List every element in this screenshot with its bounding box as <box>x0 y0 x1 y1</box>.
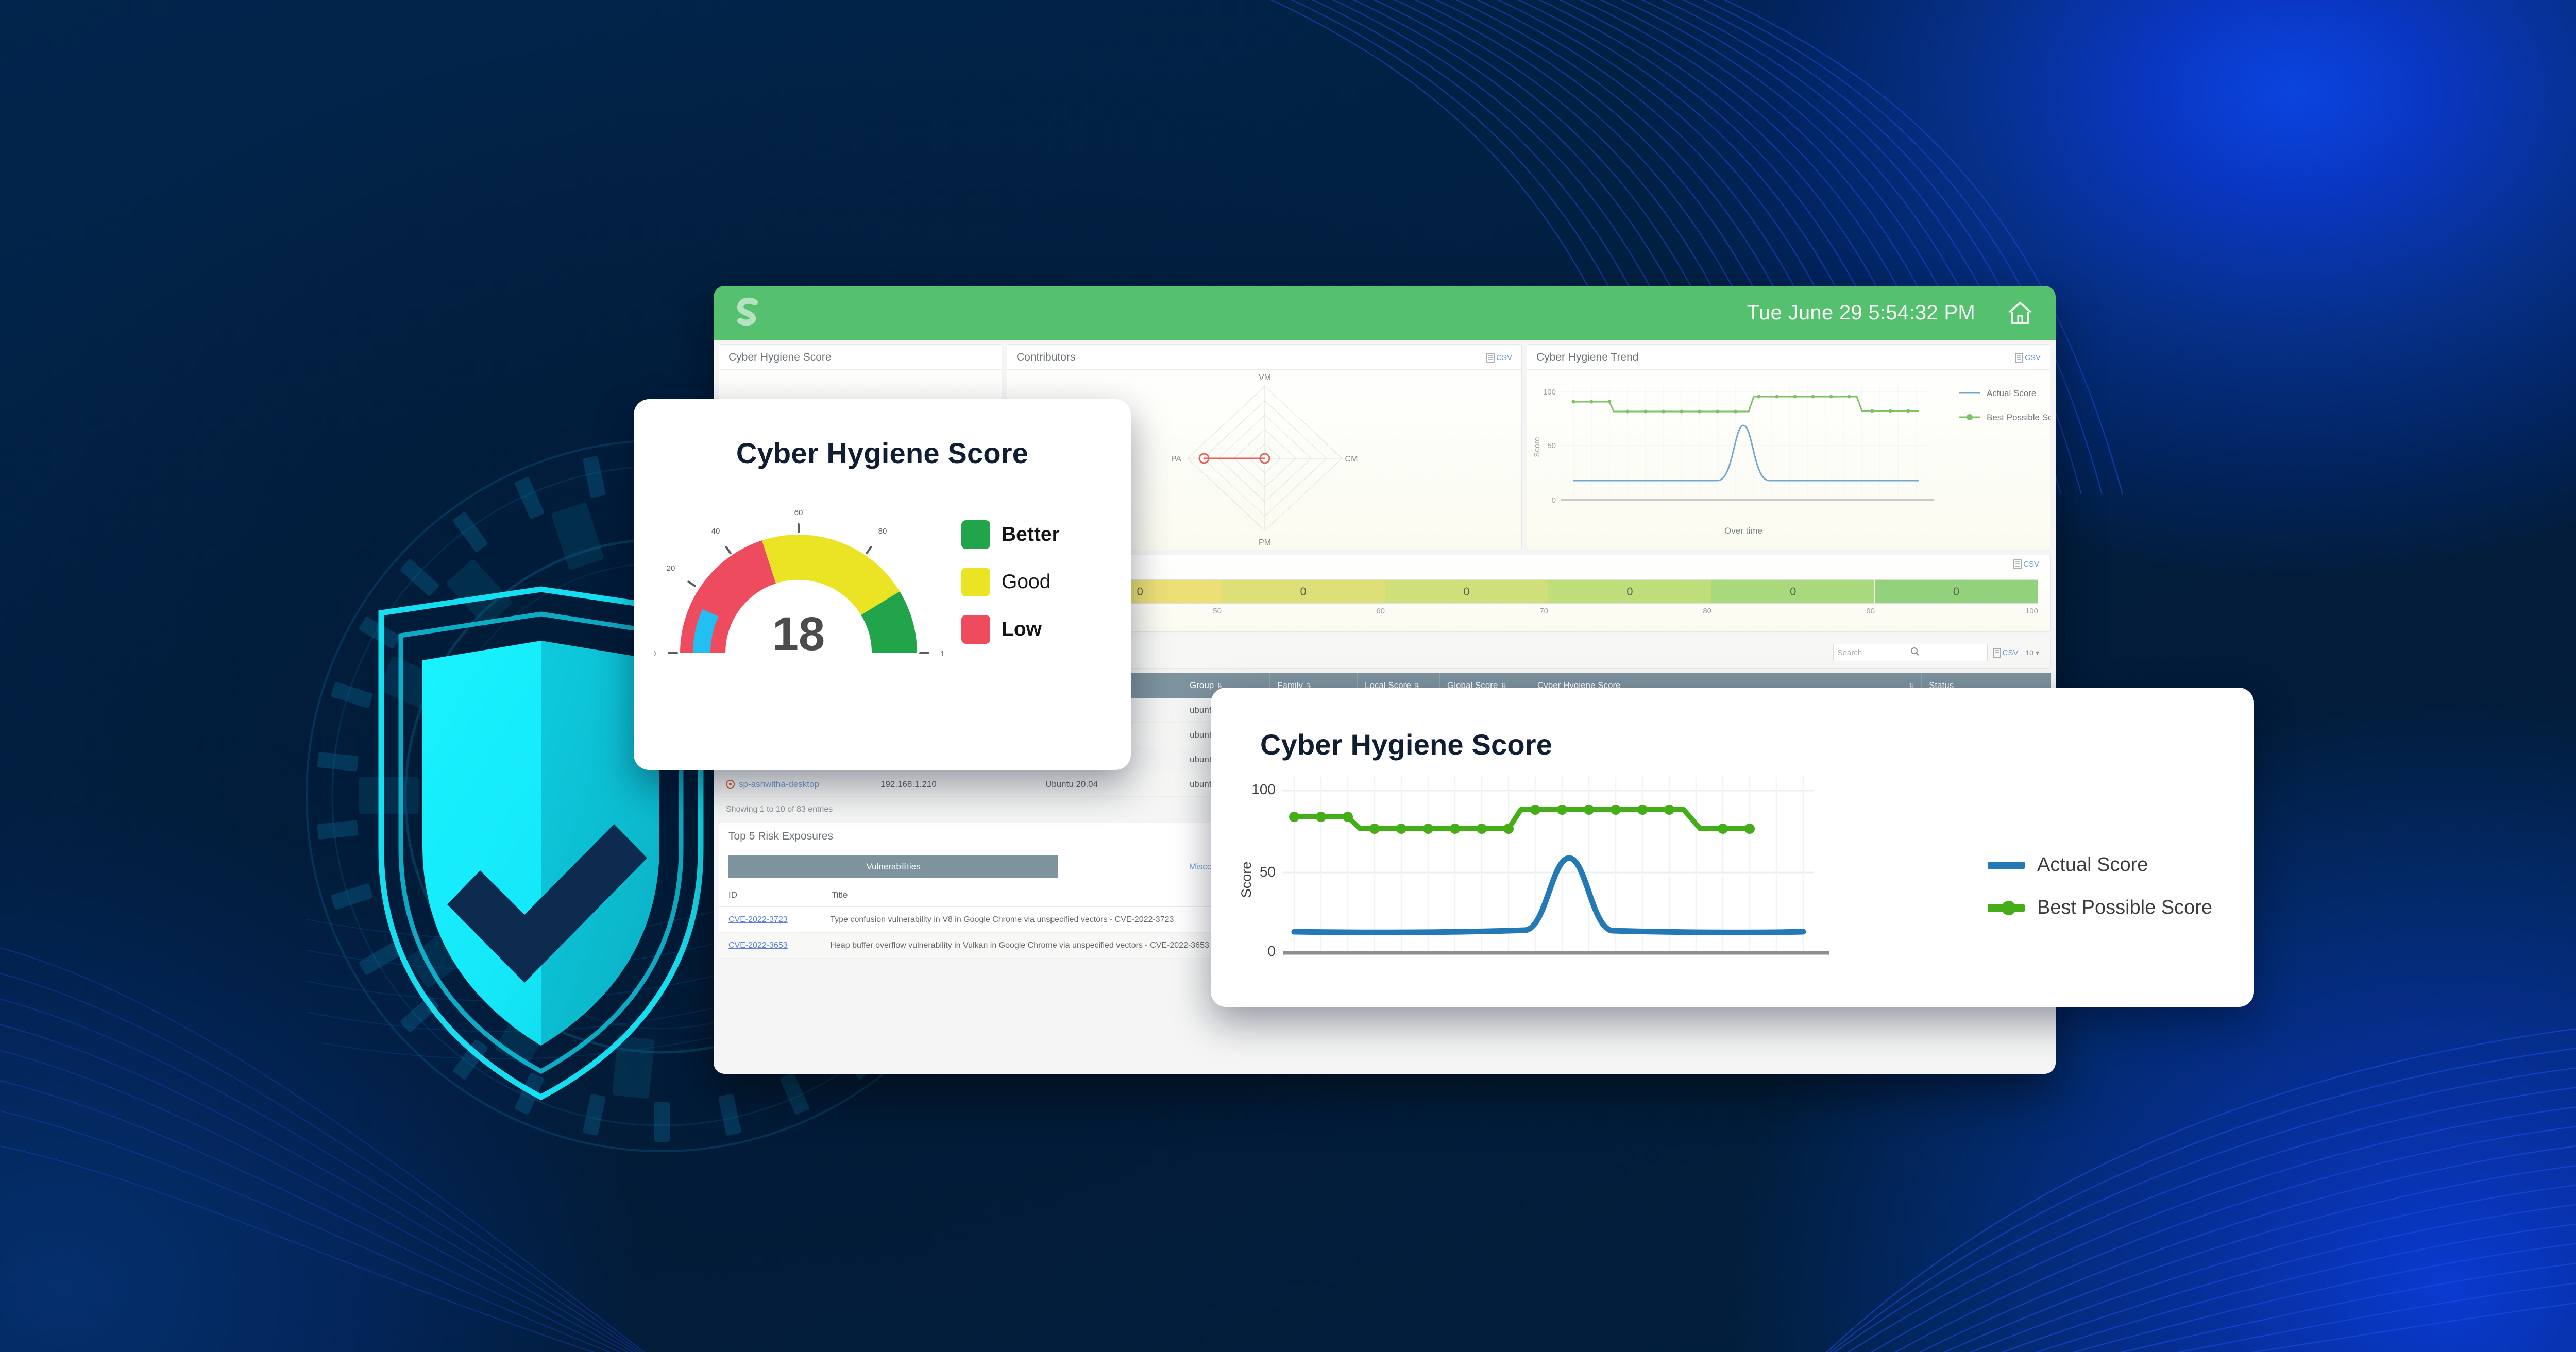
dashboard-clock: Tue June 29 5:54:32 PM <box>1747 301 1975 324</box>
tab-vulnerabilities[interactable]: Vulnerabilities <box>728 855 1058 878</box>
trend-ytick-50: 50 <box>1547 441 1556 450</box>
gauge-tick-80: 80 <box>878 527 887 536</box>
column-label: Group <box>1190 680 1214 690</box>
legend-label-good: Good <box>1002 571 1051 593</box>
csv-export-button[interactable]: CSV <box>2013 559 2039 569</box>
heat-cell: 0 <box>1222 580 1385 603</box>
gauge-tick-100: 100 <box>940 649 943 658</box>
csv-file-icon <box>1486 352 1495 363</box>
trend-large-ylabel: Score <box>1239 862 1254 898</box>
csv-file-icon <box>1992 647 2001 658</box>
heat-cell: 0 <box>1548 580 1712 603</box>
panel-title: Cyber Hygiene Trend <box>1536 351 1639 363</box>
trend-legend-actual: Actual Score <box>1987 388 2036 398</box>
csv-label: CSV <box>2023 560 2039 569</box>
page-length-value: 10 <box>2025 648 2034 657</box>
legend-swatch-better <box>961 520 990 549</box>
csv-label: CSV <box>2025 353 2041 362</box>
column-header-id[interactable]: ID <box>719 890 822 900</box>
gauge-tick-0: 0 <box>654 649 656 658</box>
trend-ytick-100: 100 <box>1543 388 1556 397</box>
legend-swatch-good <box>961 568 990 596</box>
svg-text:PA: PA <box>1171 455 1181 464</box>
csv-export-button[interactable]: CSV <box>1992 647 2019 658</box>
legend-item-actual-score: Actual Score <box>1988 854 2212 876</box>
svg-text:Over time: Over time <box>1724 526 1762 536</box>
legend-item-good: Good <box>961 568 1060 596</box>
heat-cell: 0 <box>1385 580 1549 603</box>
gauge-tick-20: 20 <box>667 564 675 573</box>
csv-file-icon <box>2013 559 2022 569</box>
svg-text:VM: VM <box>1259 373 1271 382</box>
trend-line-chart-large: 100 50 0 Score <box>1236 772 1978 978</box>
heat-cell: 0 <box>1711 580 1875 603</box>
legend-item-better: Better <box>961 520 1060 549</box>
panel-header: Contributors CSV <box>1007 345 1521 370</box>
svg-text:PM: PM <box>1259 538 1271 547</box>
cve-id-link[interactable]: CVE-2022-3723 <box>719 915 821 925</box>
legend-item-best-possible-score: Best Possible Score <box>1988 897 2212 919</box>
csv-label: CSV <box>1496 353 1512 362</box>
card-title: Cyber Hygiene Score <box>1260 728 1553 761</box>
home-icon[interactable] <box>2005 298 2035 328</box>
trend-legend-best: Best Possible Score <box>1987 413 2051 422</box>
panel-header: Cyber Hygiene Score <box>719 345 1002 370</box>
gauge-chart: 0 20 40 60 80 100 18 <box>652 483 954 699</box>
card-cyber-hygiene-trend: Cyber Hygiene Score 100 50 0 Score Actua… <box>1211 688 2254 1007</box>
gauge-tick-40: 40 <box>711 527 720 536</box>
trend-ytick-0: 0 <box>1552 496 1556 505</box>
legend-label-actual-score: Actual Score <box>2037 854 2148 876</box>
ip-cell: 192.168.1.210 <box>880 779 937 789</box>
trend-large-ytick-0: 0 <box>1267 943 1276 959</box>
axis-tick: 80 <box>1703 607 1711 615</box>
panel-cyber-hygiene-trend: Cyber Hygiene Trend CSV 100 50 0 Score O… <box>1527 344 2056 550</box>
axis-tick: 60 <box>1376 607 1385 615</box>
card-title: Cyber Hygiene Score <box>736 437 1029 469</box>
gauge-value: 18 <box>772 608 825 660</box>
legend-swatch-actual-score <box>1988 861 2025 869</box>
panel-header: Cyber Hygiene Trend CSV <box>1527 345 2050 370</box>
search-input[interactable]: Search <box>1833 644 1988 661</box>
legend-label-low: Low <box>1002 618 1042 640</box>
search-placeholder: Search <box>1837 648 1862 657</box>
svg-text:CM: CM <box>1345 455 1358 464</box>
panel-title: Contributors <box>1016 351 1076 363</box>
csv-export-button[interactable]: CSV <box>1486 352 1512 363</box>
trend-large-ytick-50: 50 <box>1260 864 1276 880</box>
legend-label-better: Better <box>1002 523 1060 545</box>
svg-text:Score: Score <box>1533 437 1541 457</box>
dashboard-topbar: Tue June 29 5:54:32 PM <box>714 286 2056 340</box>
trend-content: 100 50 0 Score Actual Score Best Possibl… <box>1211 772 2254 978</box>
gauge-legend: Better Good Low <box>961 520 1060 662</box>
csv-export-button[interactable]: CSV <box>2015 352 2041 363</box>
ubuntu-icon <box>726 780 735 789</box>
host-cell[interactable]: sp-ashwitha-desktop <box>719 779 873 790</box>
legend-item-low: Low <box>961 615 1060 644</box>
axis-tick: 100 <box>2025 607 2038 615</box>
page-length-select[interactable]: 10 ▾ <box>2026 648 2040 657</box>
csv-file-icon <box>2015 352 2023 363</box>
axis-tick: 90 <box>1866 607 1875 615</box>
os-cell: Ubuntu 20.04 <box>1045 779 1098 789</box>
gauge-content: 0 20 40 60 80 100 18 Better <box>634 483 1131 699</box>
cve-id-link[interactable]: CVE-2022-3653 <box>719 941 821 950</box>
panel-title: Cyber Hygiene Score <box>728 351 832 363</box>
trend-line-chart: 100 50 0 Score Over time Actual Score Be… <box>1527 370 2056 547</box>
trend-legend-large: Actual Score Best Possible Score <box>1988 854 2212 978</box>
legend-swatch-best-possible-score <box>1988 900 2025 915</box>
trend-large-ytick-100: 100 <box>1251 781 1276 797</box>
legend-swatch-low <box>961 615 990 644</box>
gauge-tick-60: 60 <box>794 508 803 517</box>
legend-label-best-possible-score: Best Possible Score <box>2037 897 2213 918</box>
search-icon[interactable] <box>1910 647 1983 658</box>
host-name: sp-ashwitha-desktop <box>739 779 819 789</box>
axis-tick: 70 <box>1539 607 1548 615</box>
csv-label: CSV <box>2002 648 2019 657</box>
s-logo-icon[interactable] <box>734 297 763 329</box>
card-cyber-hygiene-gauge: Cyber Hygiene Score 20 40 60 80 1 18 Bet… <box>634 399 1131 770</box>
legend-marker-dot <box>2002 900 2016 915</box>
heat-cell: 0 <box>1875 580 2038 603</box>
